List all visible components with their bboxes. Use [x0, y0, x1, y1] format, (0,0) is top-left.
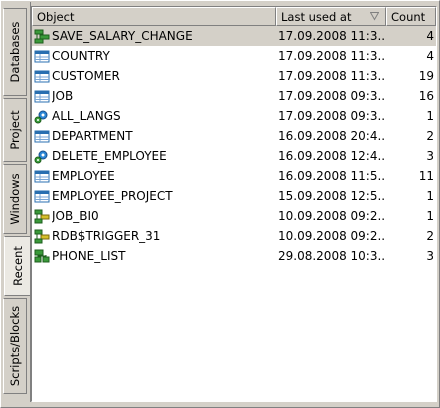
use-count: 3 — [426, 249, 434, 263]
table-icon — [34, 89, 50, 104]
sort-descending-icon — [370, 12, 379, 21]
use-count: 2 — [426, 129, 434, 143]
table-icon — [34, 69, 50, 84]
use-count: 1 — [426, 209, 434, 223]
object-name: JOB — [52, 89, 74, 103]
column-header-label: Count — [391, 10, 426, 24]
list-item[interactable]: PHONE_LIST 29.08.2008 10:3... 3 — [32, 246, 436, 266]
list-item[interactable]: RDB$TRIGGER_31 10.09.2008 09:2... 2 — [32, 226, 436, 246]
list-item[interactable]: JOB_BI0 10.09.2008 09:2... 1 — [32, 206, 436, 226]
tab-label: Scripts/Blocks — [8, 305, 22, 387]
list-item[interactable]: ALL_LANGS 17.09.2008 09:3... 1 — [32, 106, 436, 126]
last-used-date: 17.09.2008 09:3... — [278, 109, 386, 123]
use-count: 2 — [426, 229, 434, 243]
column-header-label: Object — [37, 10, 75, 24]
last-used-date: 17.09.2008 11:3... — [278, 69, 386, 83]
list-item[interactable]: EMPLOYEE_PROJECT 15.09.2008 12:5... 1 — [32, 186, 436, 206]
tab-scripts-blocks[interactable]: Scripts/Blocks — [3, 298, 27, 394]
last-used-date: 17.09.2008 11:3... — [278, 29, 386, 43]
last-used-date: 17.09.2008 11:3... — [278, 49, 386, 63]
table-icon — [34, 49, 50, 64]
view-icon — [34, 249, 50, 264]
last-used-date: 10.09.2008 09:2... — [278, 229, 386, 243]
object-name: ALL_LANGS — [52, 109, 121, 123]
last-used-date: 17.09.2008 09:3... — [278, 89, 386, 103]
column-header-object[interactable]: Object — [32, 7, 276, 26]
last-used-date: 10.09.2008 09:2... — [278, 209, 386, 223]
tab-label: Project — [8, 110, 22, 150]
procedure-icon — [34, 29, 50, 44]
last-used-date: 15.09.2008 12:5... — [278, 189, 386, 203]
list-item[interactable]: COUNTRY 17.09.2008 11:3... 4 — [32, 46, 436, 66]
recent-objects-window: Databases Project Windows Recent Scripts… — [0, 0, 440, 408]
tab-label: Windows — [8, 173, 22, 225]
list-item[interactable]: CUSTOMER 17.09.2008 11:3... 19 — [32, 66, 436, 86]
tab-recent[interactable]: Recent — [4, 236, 30, 296]
object-name: RDB$TRIGGER_31 — [52, 229, 161, 243]
table-icon — [34, 189, 50, 204]
tab-label: Databases — [8, 21, 22, 83]
column-header-count[interactable]: Count — [386, 7, 436, 26]
list-header: Object Last used at Count — [32, 7, 436, 26]
tab-label: Recent — [10, 246, 25, 286]
tab-databases[interactable]: Databases — [3, 8, 27, 96]
use-count: 16 — [418, 89, 434, 103]
column-header-last-used[interactable]: Last used at — [276, 7, 386, 26]
vertical-tab-strip: Databases Project Windows Recent Scripts… — [2, 2, 31, 402]
column-header-label: Last used at — [281, 10, 352, 24]
list-item[interactable]: DEPARTMENT 16.09.2008 20:4... 2 — [32, 126, 436, 146]
procedure-gear-icon — [34, 109, 50, 124]
object-name: PHONE_LIST — [52, 249, 126, 263]
last-used-date: 16.09.2008 20:4... — [278, 129, 386, 143]
tab-windows[interactable]: Windows — [3, 164, 27, 234]
use-count: 4 — [426, 49, 434, 63]
tab-project[interactable]: Project — [3, 98, 27, 162]
object-name: DELETE_EMPLOYEE — [52, 149, 167, 163]
object-name: EMPLOYEE_PROJECT — [52, 189, 173, 203]
table-icon — [34, 129, 50, 144]
list-item[interactable]: JOB 17.09.2008 09:3... 16 — [32, 86, 436, 106]
trigger-icon — [34, 209, 50, 224]
object-name: DEPARTMENT — [52, 129, 133, 143]
use-count: 4 — [426, 29, 434, 43]
list-item[interactable]: DELETE_EMPLOYEE 16.09.2008 12:4... 3 — [32, 146, 436, 166]
last-used-date: 29.08.2008 10:3... — [278, 249, 386, 263]
object-name: SAVE_SALARY_CHANGE — [52, 29, 193, 43]
list-item[interactable]: SAVE_SALARY_CHANGE 17.09.2008 11:3... 4 — [32, 26, 436, 46]
table-icon — [34, 169, 50, 184]
use-count: 19 — [418, 69, 434, 83]
use-count: 1 — [426, 109, 434, 123]
last-used-date: 16.09.2008 12:4... — [278, 149, 386, 163]
use-count: 1 — [426, 189, 434, 203]
list-item[interactable]: EMPLOYEE 16.09.2008 11:5... 11 — [32, 166, 436, 186]
recent-objects-list: Object Last used at Count SAVE_SALARY_CH… — [31, 6, 437, 402]
object-name: COUNTRY — [52, 49, 110, 63]
last-used-date: 16.09.2008 11:5... — [278, 169, 386, 183]
object-name: EMPLOYEE — [52, 169, 115, 183]
trigger-icon — [34, 229, 50, 244]
object-name: JOB_BI0 — [52, 209, 99, 223]
use-count: 3 — [426, 149, 434, 163]
object-name: CUSTOMER — [52, 69, 120, 83]
use-count: 11 — [418, 169, 434, 183]
procedure-gear-icon — [34, 149, 50, 164]
